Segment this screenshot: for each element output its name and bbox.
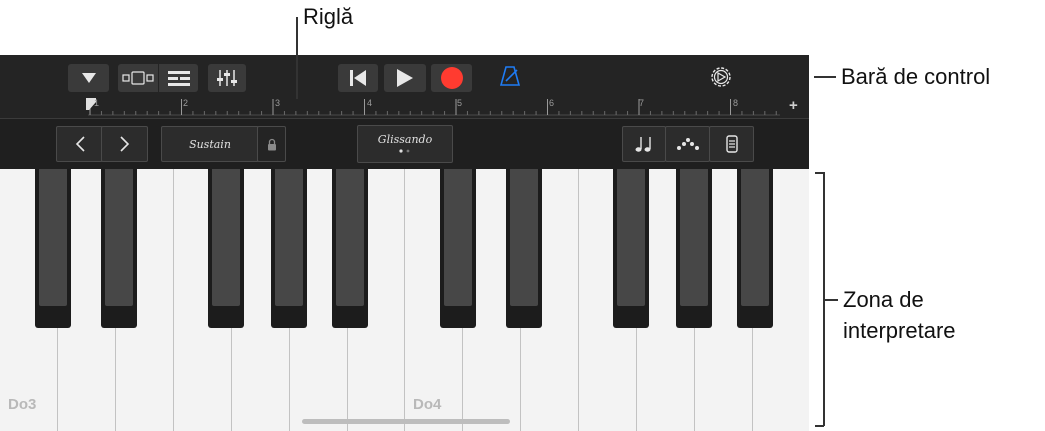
- control-bar-callout: Bară de control: [841, 64, 991, 89]
- keyboard-size-icon: [725, 135, 738, 153]
- page-dots-icon: [399, 148, 410, 153]
- play-zone-bracket-bottom: [815, 425, 824, 427]
- ruler-tick-label: 8: [733, 98, 739, 108]
- browser-menu-button[interactable]: [68, 64, 109, 92]
- tracks-view-button[interactable]: [118, 64, 158, 92]
- ruler-tick-label: 4: [367, 98, 373, 108]
- black-key[interactable]: [332, 169, 368, 328]
- tracks-view-icon: [122, 71, 154, 85]
- ruler-tick-label: 7: [639, 98, 645, 108]
- black-key[interactable]: [613, 169, 649, 328]
- ruler-callout-line: [296, 17, 298, 99]
- play-button[interactable]: [384, 64, 426, 92]
- keyboard-play-area[interactable]: Do3 Do4: [0, 169, 809, 431]
- ruler-callout: Riglă: [303, 4, 354, 29]
- key-label-do4: Do4: [413, 396, 442, 413]
- black-key[interactable]: [35, 169, 71, 328]
- black-key[interactable]: [271, 169, 307, 328]
- ruler-tick-label: 1: [94, 98, 100, 108]
- sustain-label: Sustain: [189, 137, 231, 151]
- mixer-sliders-icon: [217, 70, 237, 86]
- skip-back-icon: [350, 70, 366, 86]
- black-key[interactable]: [506, 169, 542, 328]
- ruler-tick-label: 5: [457, 98, 463, 108]
- record-button[interactable]: [431, 64, 472, 92]
- ruler-tick-label: 3: [275, 98, 281, 108]
- key-label-do3: Do3: [8, 396, 37, 413]
- play-zone-callout-line2: interpretare: [843, 318, 956, 343]
- play-zone-callout-line: [824, 299, 838, 301]
- ruler-ticks: [88, 99, 780, 116]
- settings-button[interactable]: [709, 65, 733, 94]
- play-icon: [397, 69, 413, 87]
- chevron-right-icon: [119, 136, 129, 152]
- control-bar-callout-line: [814, 76, 836, 78]
- metronome-button[interactable]: [499, 65, 521, 92]
- record-icon: [440, 67, 463, 89]
- tracks-list-button[interactable]: [159, 64, 198, 92]
- arpeggiator-icon: [676, 138, 699, 150]
- gear-icon: [711, 67, 731, 87]
- glissando-button[interactable]: Glissando: [357, 125, 453, 163]
- notes-button[interactable]: [622, 126, 666, 162]
- keyboard-controls-bar: Sustain Glissando: [0, 119, 809, 169]
- play-zone-bracket-top: [815, 172, 824, 174]
- triangle-down-icon: [81, 73, 96, 83]
- ruler[interactable]: 1 2 3 4 5 6 7 8: [86, 98, 780, 116]
- tracks-list-icon: [167, 71, 190, 86]
- notes-icon: [635, 137, 651, 152]
- sustain-lock-button[interactable]: [257, 126, 286, 162]
- black-key[interactable]: [101, 169, 137, 328]
- go-to-beginning-button[interactable]: [338, 64, 378, 92]
- metronome-icon: [499, 66, 521, 86]
- sustain-button[interactable]: Sustain: [161, 126, 259, 162]
- add-section-button[interactable]: +: [789, 97, 798, 114]
- mixer-button[interactable]: [208, 64, 246, 92]
- black-key[interactable]: [676, 169, 712, 328]
- black-key[interactable]: [737, 169, 773, 328]
- black-key[interactable]: [208, 169, 244, 328]
- ruler-tick-label: 2: [183, 98, 189, 108]
- chevron-left-icon: [75, 136, 85, 152]
- keyboard-size-button[interactable]: [709, 126, 754, 162]
- glissando-label: Glissando: [377, 132, 433, 146]
- black-key[interactable]: [440, 169, 476, 328]
- octave-down-button[interactable]: [56, 126, 103, 162]
- home-indicator: [302, 419, 510, 424]
- octave-up-button[interactable]: [101, 126, 148, 162]
- ruler-tick-label: 6: [549, 98, 555, 108]
- arpeggiator-button[interactable]: [665, 126, 710, 162]
- lock-icon: [267, 138, 276, 150]
- play-zone-callout-line1: Zona de: [843, 287, 924, 312]
- control-bar: 1 2 3 4 5 6 7 8 +: [0, 55, 809, 119]
